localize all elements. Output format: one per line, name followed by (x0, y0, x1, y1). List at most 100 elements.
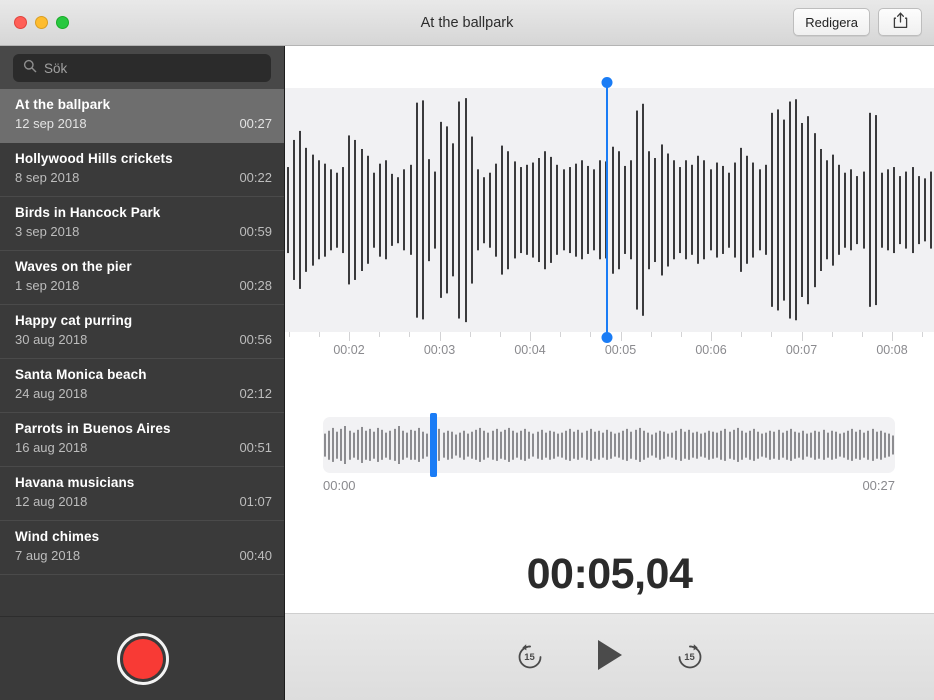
axis-tick-minor (500, 332, 501, 337)
scrubber-waveform-bar (818, 432, 820, 459)
waveform-bar (544, 151, 546, 269)
scrubber-waveform-bar (389, 431, 391, 460)
skip-forward-15-button[interactable]: 15 (675, 642, 705, 672)
scrubber-waveform-bar (688, 430, 690, 460)
memo-list[interactable]: At the ballpark12 sep 201800:27Hollywood… (0, 89, 285, 659)
maximize-button[interactable] (56, 16, 69, 29)
play-button[interactable] (595, 638, 625, 677)
scrubber-waveform-bar (835, 432, 837, 459)
waveform-bar (501, 146, 503, 275)
waveform-bar (856, 176, 858, 244)
scrubber-waveform-bar (512, 431, 514, 460)
scrubber-waveform-bar (561, 433, 563, 458)
memo-duration: 00:51 (239, 440, 272, 455)
waveform-bar (507, 151, 509, 269)
memo-duration: 00:40 (239, 548, 272, 563)
scrubber-waveform-bar (492, 431, 494, 460)
memo-duration: 00:56 (239, 332, 272, 347)
scrubber-waveform-bar (610, 432, 612, 459)
minimize-button[interactable] (35, 16, 48, 29)
memo-list-item[interactable]: Parrots in Buenos Aires16 aug 201800:51 (0, 413, 285, 467)
waveform-bar (599, 160, 601, 259)
scrubber-waveform-bar (381, 430, 383, 460)
scrubber-waveform-bar (765, 433, 767, 458)
waveform-bar (330, 169, 332, 250)
share-button[interactable] (878, 8, 922, 36)
waveform-bar (630, 160, 632, 259)
waveform-bar (324, 164, 326, 257)
waveform-main (285, 88, 934, 332)
memo-title: Birds in Hancock Park (15, 205, 272, 220)
close-button[interactable] (14, 16, 27, 29)
scrubber-waveform-bar (340, 429, 342, 461)
scrubber-waveform-bar (496, 429, 498, 461)
axis-tick-major (892, 332, 893, 341)
scrubber-waveform-bar (716, 433, 718, 458)
waveform-bar (403, 169, 405, 250)
waveform-bar (422, 100, 424, 319)
waveform-bar (740, 148, 742, 272)
waveform-bar (318, 160, 320, 259)
scrubber-waveform-bar (447, 431, 449, 460)
scrubber-waveform-bar (872, 429, 874, 461)
memo-list-item[interactable]: Havana musicians12 aug 201801:07 (0, 467, 285, 521)
memo-meta: 12 aug 201801:07 (15, 494, 272, 509)
playhead-knob-bottom-icon[interactable] (602, 332, 613, 343)
memo-list-item[interactable]: Birds in Hancock Park3 sep 201800:59 (0, 197, 285, 251)
scrubber[interactable] (323, 417, 895, 473)
axis-tick-minor (289, 332, 290, 337)
playhead[interactable] (606, 82, 608, 338)
waveform-bar (391, 174, 393, 246)
scrubber-waveform-bar (651, 435, 653, 456)
axis-tick-minor (379, 332, 380, 337)
waveform-bar (636, 111, 638, 310)
memo-list-item[interactable]: Hollywood Hills crickets8 sep 201800:22 (0, 143, 285, 197)
scrubber-waveform-bar (794, 432, 796, 459)
memo-list-item[interactable]: Santa Monica beach24 aug 201802:12 (0, 359, 285, 413)
axis-tick-minor (771, 332, 772, 337)
waveform-bar (777, 109, 779, 310)
skip-back-15-button[interactable]: 15 (515, 642, 545, 672)
waveform-bar (612, 147, 614, 274)
scrubber-waveform-bar (369, 429, 371, 461)
memo-duration: 01:07 (239, 494, 272, 509)
memo-title: At the ballpark (15, 97, 272, 112)
edit-button[interactable]: Redigera (793, 8, 870, 36)
axis-tick-label: 00:07 (786, 343, 817, 357)
scrubber-waveform-bar (675, 431, 677, 460)
memo-list-item[interactable]: Waves on the pier1 sep 201800:28 (0, 251, 285, 305)
memo-list-item[interactable]: Wind chimes7 aug 201800:40 (0, 521, 285, 575)
axis-tick-major (349, 332, 350, 341)
scrubber-waveform-bar (353, 433, 355, 458)
axis-tick-major (530, 332, 531, 341)
scrubber-track[interactable] (323, 417, 895, 473)
waveform-bar (361, 149, 363, 271)
scrubber-waveform-bar (410, 430, 412, 460)
scrubber-handle[interactable] (430, 413, 437, 477)
scrubber-waveform-bar (398, 426, 400, 464)
waveform-panel[interactable] (285, 88, 934, 332)
waveform-bar (287, 167, 289, 253)
memo-duration: 02:12 (239, 386, 272, 401)
waveform-bar (477, 169, 479, 250)
waveform-bar (550, 157, 552, 263)
record-button[interactable] (117, 633, 169, 685)
waveform-bar (746, 156, 748, 264)
scrubber-waveform-bar (680, 429, 682, 461)
waveform-bar (654, 158, 656, 262)
scrubber-waveform-bar (884, 433, 886, 458)
memo-list-item[interactable]: At the ballpark12 sep 201800:27 (0, 89, 285, 143)
search-input[interactable]: Sök (13, 54, 271, 82)
memo-list-item[interactable]: Happy cat purring30 aug 201800:56 (0, 305, 285, 359)
scrubber-waveform-bar (443, 433, 445, 458)
playhead-knob-top-icon[interactable] (602, 77, 613, 88)
title-bar: At the ballpark Redigera (0, 0, 934, 46)
scrubber-waveform-bar (733, 430, 735, 460)
memo-meta: 8 sep 201800:22 (15, 170, 272, 185)
scrubber-waveform-bar (541, 430, 543, 460)
scrubber-waveform-bar (451, 432, 453, 459)
axis-tick-minor (560, 332, 561, 337)
scrubber-waveform-bar (377, 428, 379, 462)
memo-date: 24 aug 2018 (15, 386, 87, 401)
waveform-bar (581, 160, 583, 259)
